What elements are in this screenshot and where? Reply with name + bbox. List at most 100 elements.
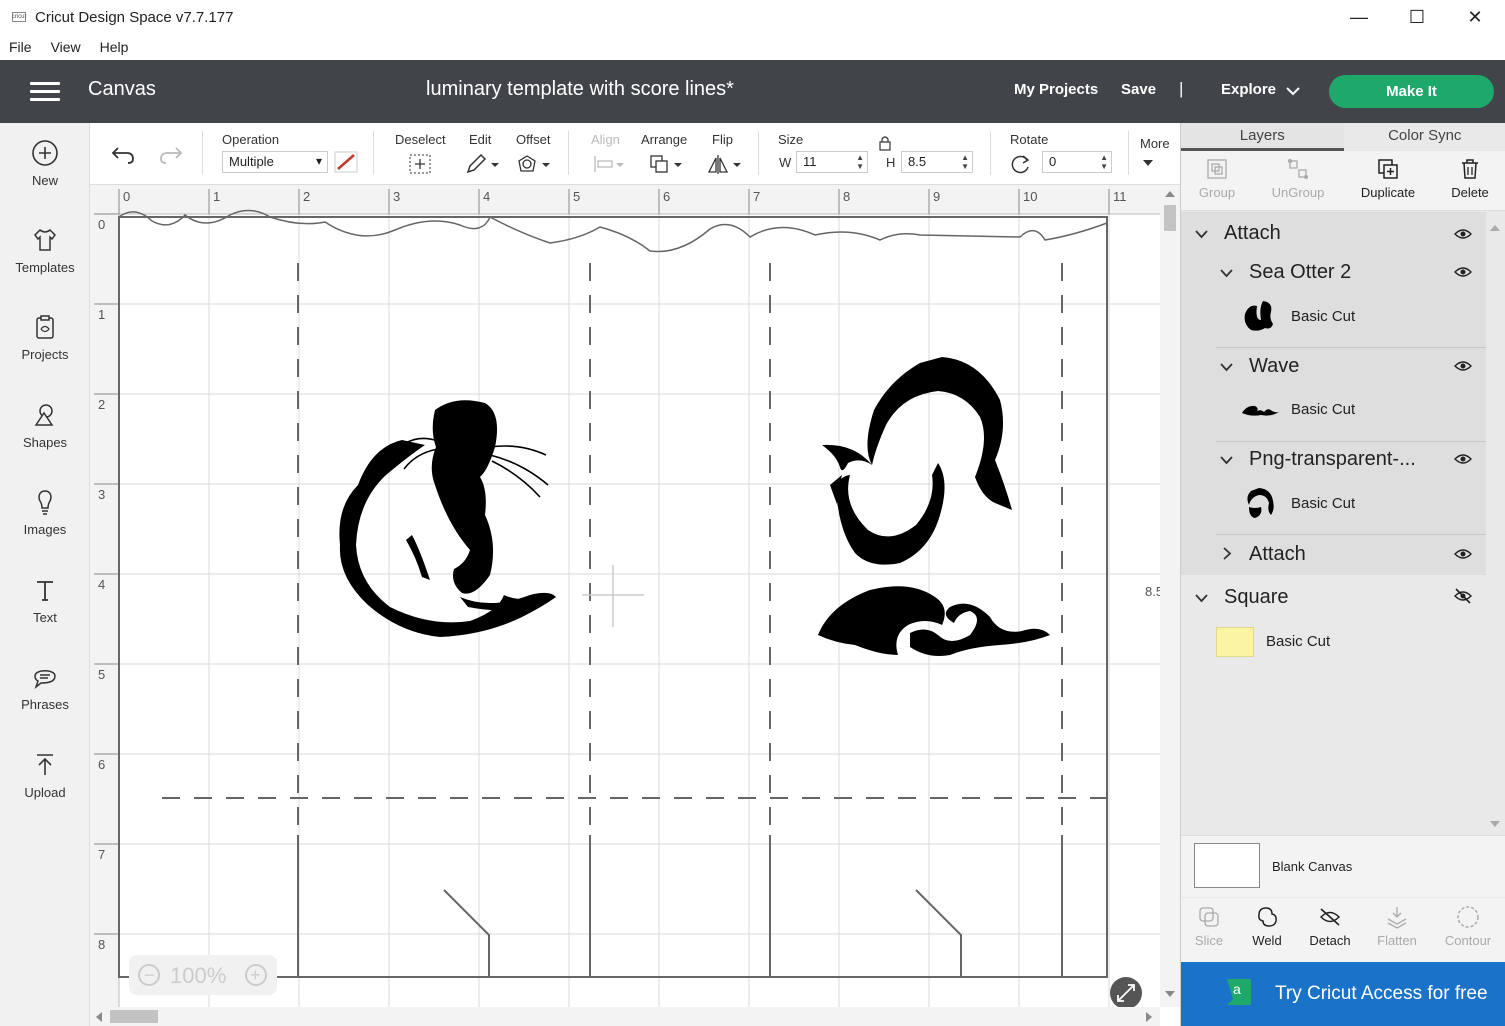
- cricut-access-banner[interactable]: a Try Cricut Access for free: [1181, 962, 1505, 1026]
- ruler-top-label: 3: [393, 189, 400, 204]
- eye-icon[interactable]: [1454, 453, 1472, 465]
- duplicate-button[interactable]: Duplicate: [1348, 157, 1428, 200]
- my-projects-link[interactable]: My Projects: [1014, 81, 1098, 98]
- eye-icon[interactable]: [1454, 548, 1472, 560]
- scroll-up-icon[interactable]: [1164, 189, 1176, 199]
- eye-icon[interactable]: [1454, 266, 1472, 278]
- scroll-left-icon[interactable]: [94, 1011, 104, 1023]
- layer-divider: [1216, 441, 1486, 442]
- eye-icon[interactable]: [1454, 360, 1472, 372]
- redo-icon[interactable]: [158, 145, 184, 165]
- ungroup-button[interactable]: UnGroup: [1258, 157, 1338, 200]
- rotate-icon[interactable]: [1010, 153, 1032, 175]
- layer-attach-collapsed[interactable]: Attach: [1181, 539, 1486, 569]
- make-it-button[interactable]: Make It: [1329, 75, 1494, 108]
- layer-divider: [1216, 534, 1486, 535]
- rotate-label: Rotate: [1010, 132, 1049, 147]
- chevron-down-icon[interactable]: [1195, 594, 1208, 603]
- weld-button[interactable]: Weld: [1237, 905, 1297, 948]
- shapes-icon: [34, 404, 54, 426]
- sidebar-item-phrases[interactable]: Phrases: [0, 663, 90, 712]
- ruler-left-label: 3: [98, 487, 105, 502]
- height-input[interactable]: 8.5 ▲ ▼: [901, 151, 973, 173]
- sidebar-item-new[interactable]: New: [0, 139, 90, 188]
- tab-color-sync[interactable]: Color Sync: [1344, 123, 1505, 151]
- menu-help[interactable]: Help: [100, 39, 129, 55]
- sidebar-item-label: Images: [23, 522, 67, 537]
- title-bar: cricut Cricut Design Space v7.7.177 — ☐ …: [0, 0, 1505, 34]
- chevron-down-icon[interactable]: [1285, 83, 1301, 99]
- layer-png-transparent[interactable]: Png-transparent-...: [1181, 446, 1486, 476]
- slice-button[interactable]: Slice: [1179, 905, 1239, 948]
- panel-scroll-down-icon[interactable]: [1489, 819, 1501, 829]
- maximize-button[interactable]: ☐: [1388, 0, 1446, 34]
- square-operation: Basic Cut: [1266, 633, 1331, 650]
- zoom-control[interactable]: − 100% +: [129, 955, 277, 995]
- cricut-access-logo-icon: a: [1227, 979, 1251, 1005]
- chevron-right-icon[interactable]: [1223, 547, 1232, 560]
- sidebar-item-shapes[interactable]: Shapes: [0, 401, 90, 450]
- eye-icon[interactable]: [1454, 228, 1472, 240]
- close-button[interactable]: ✕: [1446, 0, 1504, 34]
- align-icon[interactable]: [592, 153, 626, 175]
- save-button[interactable]: Save: [1121, 81, 1156, 98]
- menu-view[interactable]: View: [51, 39, 81, 55]
- undo-icon[interactable]: [110, 145, 136, 165]
- layer-square[interactable]: Square: [1181, 584, 1486, 614]
- speech-bubble-icon: [34, 670, 56, 690]
- chevron-down-icon[interactable]: [1220, 456, 1233, 465]
- layer-attach[interactable]: Attach: [1181, 220, 1486, 250]
- zoom-level: 100%: [170, 963, 226, 988]
- chevron-down-icon[interactable]: [1220, 269, 1233, 278]
- operation-select[interactable]: Multiple: [222, 151, 328, 173]
- lock-icon[interactable]: [878, 135, 892, 151]
- rotate-input[interactable]: 0 ▲ ▼: [1042, 151, 1112, 173]
- tab-layers[interactable]: Layers: [1181, 123, 1344, 151]
- layer-divider: [1216, 347, 1486, 348]
- panel-scroll-up-icon[interactable]: [1489, 223, 1501, 233]
- group-button[interactable]: Group: [1177, 157, 1257, 200]
- flip-icon[interactable]: [707, 153, 743, 175]
- edit-toolbar: Operation Multiple Deselect Edit Offset …: [90, 123, 1180, 185]
- vertical-scroll-thumb[interactable]: [1164, 205, 1176, 231]
- ruler-left-label: 2: [98, 397, 105, 412]
- arrange-icon[interactable]: [648, 153, 684, 175]
- pencil-icon[interactable]: [465, 153, 499, 175]
- zoom-out-glyph: −: [144, 965, 155, 985]
- horizontal-scrollbar[interactable]: [90, 1007, 1160, 1026]
- canvas-grid[interactable]: 0 1 2 3 4 5 6 7 8 9 10 11 0 1 2 3 4 5 6 …: [90, 185, 1160, 1007]
- minimize-button[interactable]: —: [1330, 0, 1388, 34]
- vertical-scrollbar[interactable]: [1160, 185, 1180, 1007]
- contour-button[interactable]: Contour: [1438, 905, 1498, 948]
- offset-icon[interactable]: [516, 153, 552, 175]
- chevron-down-icon[interactable]: [1195, 230, 1208, 239]
- sidebar-item-images[interactable]: Images: [0, 488, 90, 537]
- layer-wave[interactable]: Wave: [1181, 353, 1486, 383]
- upload-arrow-icon: [37, 754, 53, 775]
- scroll-down-icon[interactable]: [1164, 989, 1176, 999]
- explore-menu[interactable]: Explore: [1221, 81, 1276, 98]
- scroll-right-icon[interactable]: [1144, 1011, 1154, 1023]
- detach-button[interactable]: Detach: [1300, 905, 1360, 948]
- sidebar-item-text[interactable]: Text: [0, 576, 90, 625]
- layer-sea-otter[interactable]: Sea Otter 2: [1181, 259, 1486, 289]
- flatten-button[interactable]: Flatten: [1367, 905, 1427, 948]
- sidebar-item-templates[interactable]: Templates: [0, 226, 90, 275]
- delete-button[interactable]: Delete: [1430, 157, 1505, 200]
- width-input[interactable]: 11 ▲ ▼: [796, 151, 868, 173]
- color-swatch-icon[interactable]: [334, 151, 358, 173]
- bulb-icon: [38, 490, 52, 515]
- deselect-icon[interactable]: [408, 153, 432, 175]
- sidebar-item-upload[interactable]: Upload: [0, 751, 90, 800]
- chevron-down-icon[interactable]: [1220, 363, 1233, 372]
- caret-down-icon[interactable]: [1142, 159, 1154, 167]
- eye-hidden-icon[interactable]: [1454, 588, 1472, 604]
- clipboard-icon: [36, 315, 54, 339]
- blank-canvas-row[interactable]: Blank Canvas: [1181, 835, 1505, 897]
- menu-file[interactable]: File: [9, 39, 32, 55]
- sidebar-item-projects[interactable]: Projects: [0, 313, 90, 362]
- horizontal-scroll-thumb[interactable]: [110, 1010, 158, 1023]
- design-canvas[interactable]: 0 1 2 3 4 5 6 7 8 9 10 11 0 1 2 3 4 5 6 …: [90, 185, 1160, 1007]
- blank-canvas-swatch[interactable]: [1194, 843, 1260, 888]
- more-menu[interactable]: More: [1140, 136, 1170, 151]
